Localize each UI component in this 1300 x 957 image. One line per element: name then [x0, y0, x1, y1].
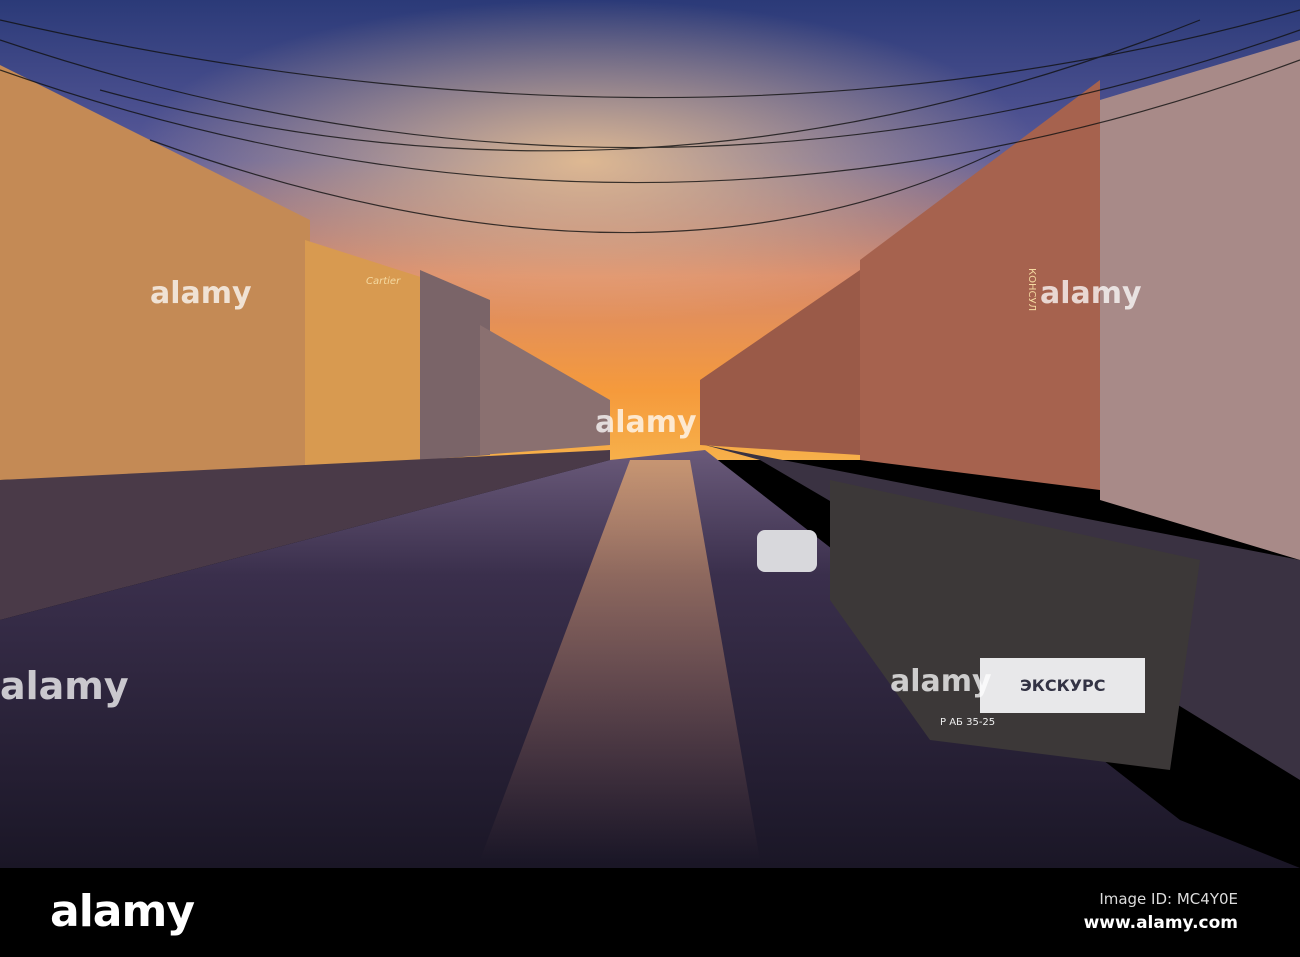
boat-banner-text: ЭКСКУРС [1020, 676, 1106, 695]
alamy-logo: alamy [50, 886, 195, 937]
stock-footer: alamy Image ID: MC4Y0E www.alamy.com [0, 868, 1300, 957]
left-building-far [420, 270, 490, 460]
watermark-left: alamy [0, 664, 129, 708]
watermark-center: alamy [595, 405, 697, 440]
watermark-upper-left: alamy [150, 276, 252, 311]
watermark-upper-right: alamy [1040, 276, 1142, 311]
moored-boat [757, 530, 817, 572]
site-url: www.alamy.com [1083, 913, 1238, 933]
left-building-lit [305, 240, 430, 470]
boat-registration: Р АБ 35-25 [940, 717, 996, 728]
watermark-lower-right: alamy [890, 664, 992, 699]
konsul-sign: КОНСУЛ [1026, 268, 1037, 312]
cartier-sign: Cartier [366, 276, 401, 287]
image-id: Image ID: MC4Y0E [1099, 890, 1238, 908]
